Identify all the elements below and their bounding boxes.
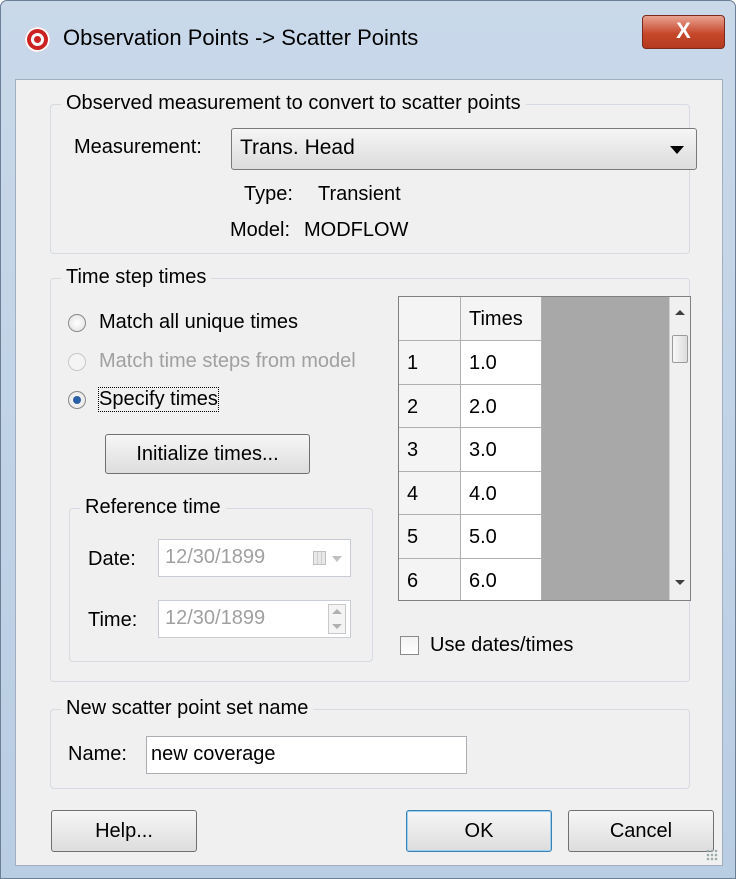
table-cell-time[interactable]: 4.0: [461, 471, 542, 515]
match-model-steps-label: Match time steps from model: [99, 350, 356, 372]
time-value: 5.0: [469, 526, 497, 548]
time-value: 1.0: [469, 352, 497, 374]
table-vertical-scrollbar[interactable]: [669, 297, 690, 600]
cancel-button[interactable]: Cancel: [568, 810, 714, 852]
time-steps-group-title: Time step times: [61, 266, 212, 289]
table-row-number: 3: [399, 428, 461, 472]
model-label: Model:: [230, 219, 291, 241]
specify-times-radio[interactable]: [68, 391, 86, 409]
measurement-label: Measurement:: [74, 136, 202, 158]
table-cell-time[interactable]: 6.0: [461, 558, 542, 600]
date-value: 12/30/1899: [165, 546, 266, 568]
help-button[interactable]: Help...: [51, 810, 197, 852]
name-input[interactable]: new coverage: [146, 736, 467, 774]
row-number-label: 1: [407, 352, 419, 374]
table-cell-time[interactable]: 5.0: [461, 515, 542, 559]
chevron-down-icon: [670, 146, 684, 154]
row-number-label: 2: [407, 395, 419, 418]
time-value: 4.0: [469, 482, 497, 505]
time-spinner-field: 12/30/1899: [158, 600, 351, 638]
table-corner-header: [399, 297, 461, 341]
measurement-group-title: Observed measurement to convert to scatt…: [61, 92, 526, 115]
dialog-client-area: Observed measurement to convert to scatt…: [15, 79, 723, 866]
name-label: Name:: [68, 743, 127, 765]
model-value: MODFLOW: [304, 219, 409, 241]
table-cell-time[interactable]: 2.0: [461, 384, 542, 428]
scroll-down-icon[interactable]: [675, 580, 685, 585]
table-row-number: 1: [399, 341, 461, 385]
table-row-number: 5: [399, 515, 461, 559]
table-cell-time[interactable]: 1.0: [461, 341, 542, 385]
match-model-steps-radio: [68, 353, 86, 371]
window-title: Observation Points -> Scatter Points: [63, 25, 419, 50]
specify-times-label[interactable]: Specify times: [98, 387, 219, 412]
table-cell-time[interactable]: 3.0: [461, 428, 542, 472]
resize-grip-icon[interactable]: [706, 849, 718, 861]
use-dates-label[interactable]: Use dates/times: [430, 634, 573, 657]
match-all-times-label[interactable]: Match all unique times: [99, 311, 298, 334]
time-value: 12/30/1899: [165, 607, 266, 629]
table-row-number: 4: [399, 471, 461, 515]
initialize-times-button[interactable]: Initialize times...: [105, 434, 310, 474]
time-value: 6.0: [469, 569, 497, 592]
ok-button[interactable]: OK: [406, 810, 552, 852]
row-number-label: 6: [407, 569, 419, 592]
spinner-icon: [328, 604, 346, 634]
row-number-label: 5: [407, 526, 419, 548]
type-label: Type:: [244, 183, 293, 205]
row-number-label: 3: [407, 439, 419, 461]
table-row-number: 2: [399, 384, 461, 428]
time-value: 2.0: [469, 395, 497, 418]
row-number-label: 4: [407, 482, 419, 505]
scroll-up-icon[interactable]: [675, 310, 685, 315]
times-column-header-label: Times: [469, 308, 523, 330]
chevron-down-icon: [332, 556, 342, 562]
reference-time-group: Reference time: [69, 496, 373, 662]
table-row-number: 6: [399, 558, 461, 600]
name-input-value: new coverage: [151, 743, 276, 765]
title-bar[interactable]: Observation Points -> Scatter Points X: [1, 1, 735, 79]
scroll-thumb[interactable]: [672, 335, 688, 363]
close-button[interactable]: X: [642, 15, 725, 49]
calendar-icon: [313, 551, 326, 565]
time-value: 3.0: [469, 439, 497, 461]
app-logo-icon: [25, 27, 50, 52]
scatter-name-group-title: New scatter point set name: [61, 697, 314, 720]
times-table[interactable]: Times 1 1.0 2 2.0 3 3.0 4 4.0 5 5.0 6 6.0: [398, 296, 691, 601]
type-value: Transient: [318, 183, 401, 205]
dialog-window: Observation Points -> Scatter Points X O…: [0, 0, 736, 879]
match-all-times-radio[interactable]: [68, 314, 86, 332]
times-column-header[interactable]: Times: [461, 297, 542, 341]
reference-time-title: Reference time: [80, 496, 226, 519]
use-dates-checkbox[interactable]: [400, 636, 419, 655]
time-label: Time:: [88, 609, 138, 631]
date-label: Date:: [88, 548, 136, 570]
measurement-dropdown-value: Trans. Head: [240, 136, 355, 159]
date-picker: 12/30/1899: [158, 539, 351, 577]
measurement-dropdown[interactable]: Trans. Head: [231, 128, 697, 170]
